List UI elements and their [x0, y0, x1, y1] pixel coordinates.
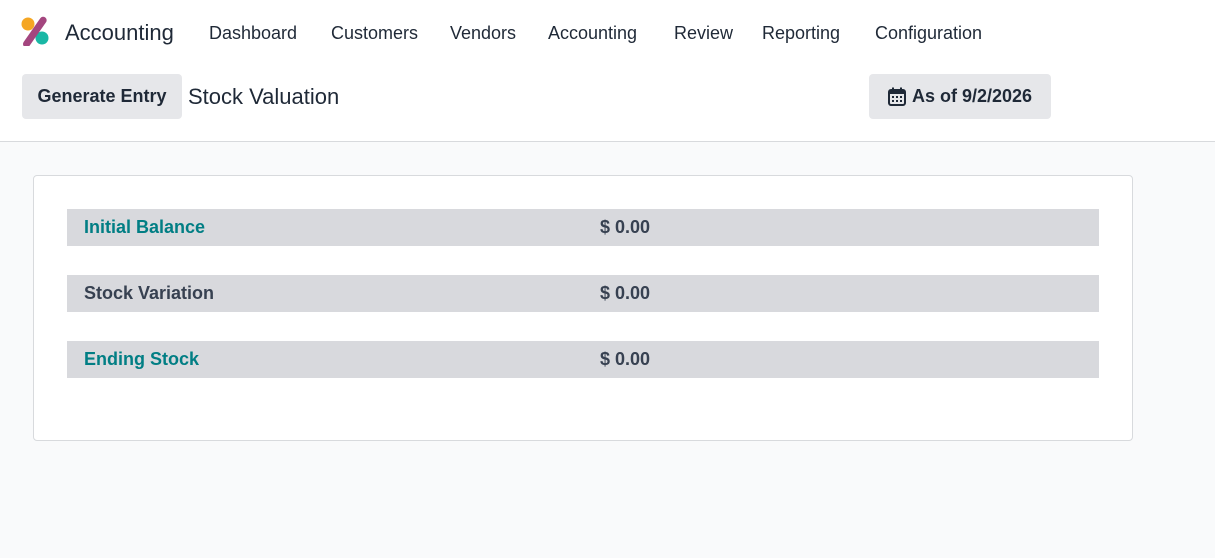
top-header: Accounting Dashboard Customers Vendors A… — [0, 0, 1215, 142]
row-ending-stock: Ending Stock $ 0.00 — [67, 341, 1099, 378]
menu-reporting[interactable]: Reporting — [762, 18, 840, 48]
accounting-app-icon[interactable] — [20, 16, 50, 46]
ending-stock-value: $ 0.00 — [600, 349, 651, 369]
row-initial-balance: Initial Balance $ 0.00 — [67, 209, 1099, 246]
menu-accounting[interactable]: Accounting — [548, 18, 637, 48]
calendar-icon — [887, 87, 906, 106]
row-stock-variation: Stock Variation $ 0.00 — [67, 275, 1099, 312]
date-filter-button[interactable]: As of 9/2/2026 — [869, 74, 1051, 119]
stock-valuation-card: Initial Balance $ 0.00 Stock Variation $… — [33, 175, 1133, 441]
control-panel: Generate Entry Stock Valuation As of 9/2… — [0, 74, 1215, 120]
menu-vendors[interactable]: Vendors — [450, 18, 516, 48]
initial-balance-value: $ 0.00 — [600, 217, 651, 237]
menu-configuration[interactable]: Configuration — [875, 18, 982, 48]
stock-variation-label: Stock Variation — [84, 283, 215, 303]
app-name[interactable]: Accounting — [65, 18, 174, 48]
ending-stock-link[interactable]: Ending Stock — [84, 341, 199, 378]
initial-balance-link[interactable]: Initial Balance — [84, 209, 205, 246]
stock-variation-value: $ 0.00 — [600, 283, 651, 303]
menu-customers[interactable]: Customers — [331, 18, 418, 48]
page-title: Stock Valuation — [188, 84, 340, 109]
generate-entry-button[interactable]: Generate Entry — [22, 74, 182, 119]
date-filter-label: As of 9/2/2026 — [911, 86, 1033, 106]
menu-dashboard[interactable]: Dashboard — [209, 18, 297, 48]
main-navbar: Accounting Dashboard Customers Vendors A… — [0, 0, 1215, 64]
menu-review[interactable]: Review — [674, 18, 733, 48]
